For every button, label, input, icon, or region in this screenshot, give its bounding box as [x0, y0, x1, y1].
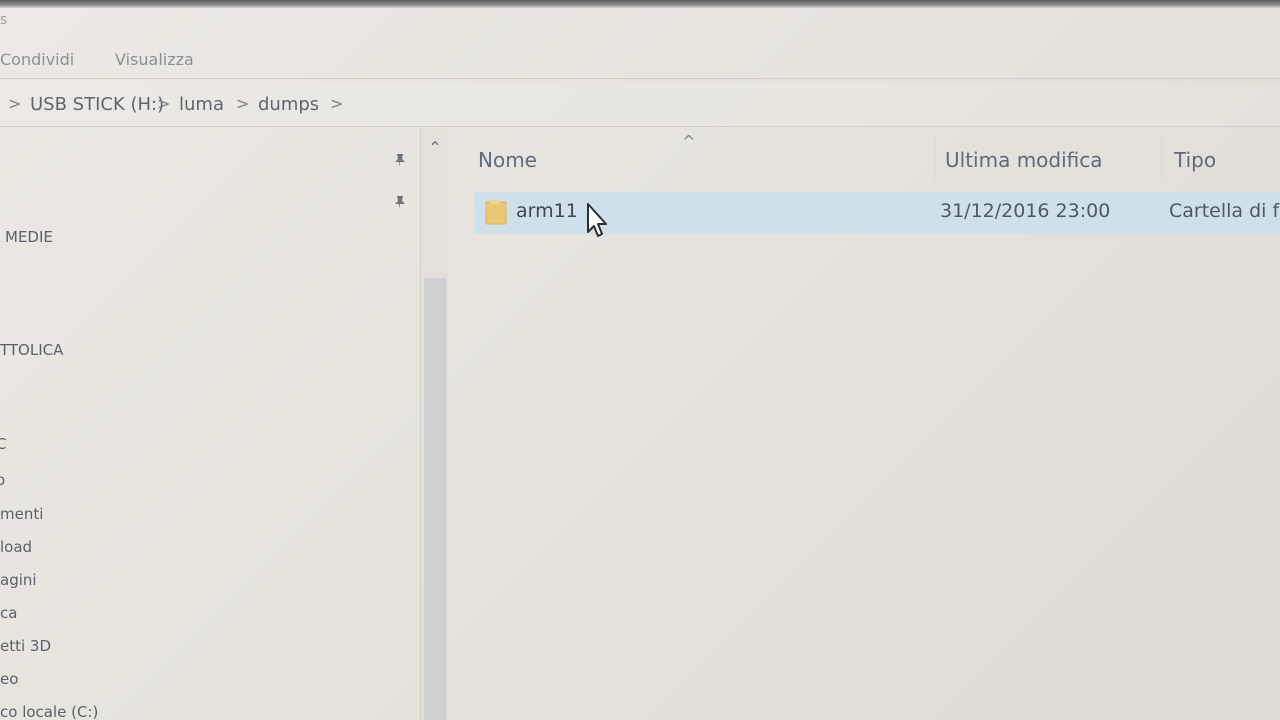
scroll-thumb[interactable] — [424, 278, 446, 720]
scroll-up-icon[interactable]: ⌃ — [422, 138, 448, 158]
nav-item-oggetti-3d[interactable]: etti 3D — [0, 637, 51, 655]
nav-item-immagini[interactable]: agini — [0, 571, 37, 589]
nav-item-video[interactable]: eo — [0, 670, 18, 688]
nav-item-musica[interactable]: ca — [0, 604, 17, 622]
monitor-bezel — [0, 0, 1280, 8]
nav-item-documenti[interactable]: menti — [0, 505, 43, 523]
file-modified-date: 31/12/2016 23:00 — [940, 200, 1111, 222]
file-type: Cartella di f — [1169, 200, 1280, 222]
breadcrumb-separator: > — [330, 94, 344, 113]
column-header-type[interactable]: Tipo — [1174, 148, 1216, 172]
sort-indicator: ^ — [682, 132, 696, 151]
breadcrumb-separator: > — [157, 94, 171, 113]
tab-visualizza[interactable]: Visualizza — [115, 50, 194, 69]
ribbon: Condividi Visualizza — [0, 40, 1280, 79]
tab-condividi[interactable]: Condividi — [0, 50, 74, 69]
nav-item-disco-locale[interactable]: co locale (C:) — [0, 703, 98, 720]
breadcrumb-separator: > — [8, 94, 22, 113]
nav-item-ttolica[interactable]: TTOLICA — [0, 341, 63, 359]
navigation-pane: MEDIE TTOLICA C o menti load agini ca et… — [0, 128, 421, 720]
window-title-fragment: s — [0, 12, 8, 28]
column-divider[interactable] — [934, 136, 935, 180]
column-header-name[interactable]: Nome — [478, 148, 537, 172]
pin-icon[interactable] — [392, 152, 408, 168]
file-explorer-window: s Condividi Visualizza > USB STICK (H:) … — [0, 0, 1280, 720]
file-row[interactable]: arm11 31/12/2016 23:00 Cartella di f — [474, 192, 1280, 234]
nav-item-c[interactable]: C — [0, 435, 6, 453]
nav-item-o[interactable]: o — [0, 471, 5, 489]
column-header-modified[interactable]: Ultima modifica — [945, 148, 1103, 172]
file-name: arm11 — [516, 200, 578, 222]
address-bar[interactable]: > USB STICK (H:) > luma > dumps > — [0, 84, 1280, 127]
nav-item-medie[interactable]: MEDIE — [5, 228, 53, 246]
folder-icon — [485, 200, 507, 225]
nav-item-download[interactable]: load — [0, 538, 32, 556]
pin-icon[interactable] — [392, 194, 408, 210]
column-divider[interactable] — [1161, 136, 1162, 180]
breadcrumb-usb-stick[interactable]: USB STICK (H:) — [30, 94, 164, 115]
breadcrumb-luma[interactable]: luma — [179, 94, 224, 115]
navigation-scrollbar[interactable]: ⌃ — [422, 128, 448, 720]
breadcrumb-dumps[interactable]: dumps — [258, 94, 319, 115]
file-list: ^ Nome Ultima modifica Tipo arm11 31/12/… — [450, 128, 1280, 720]
breadcrumb-separator: > — [236, 94, 250, 113]
